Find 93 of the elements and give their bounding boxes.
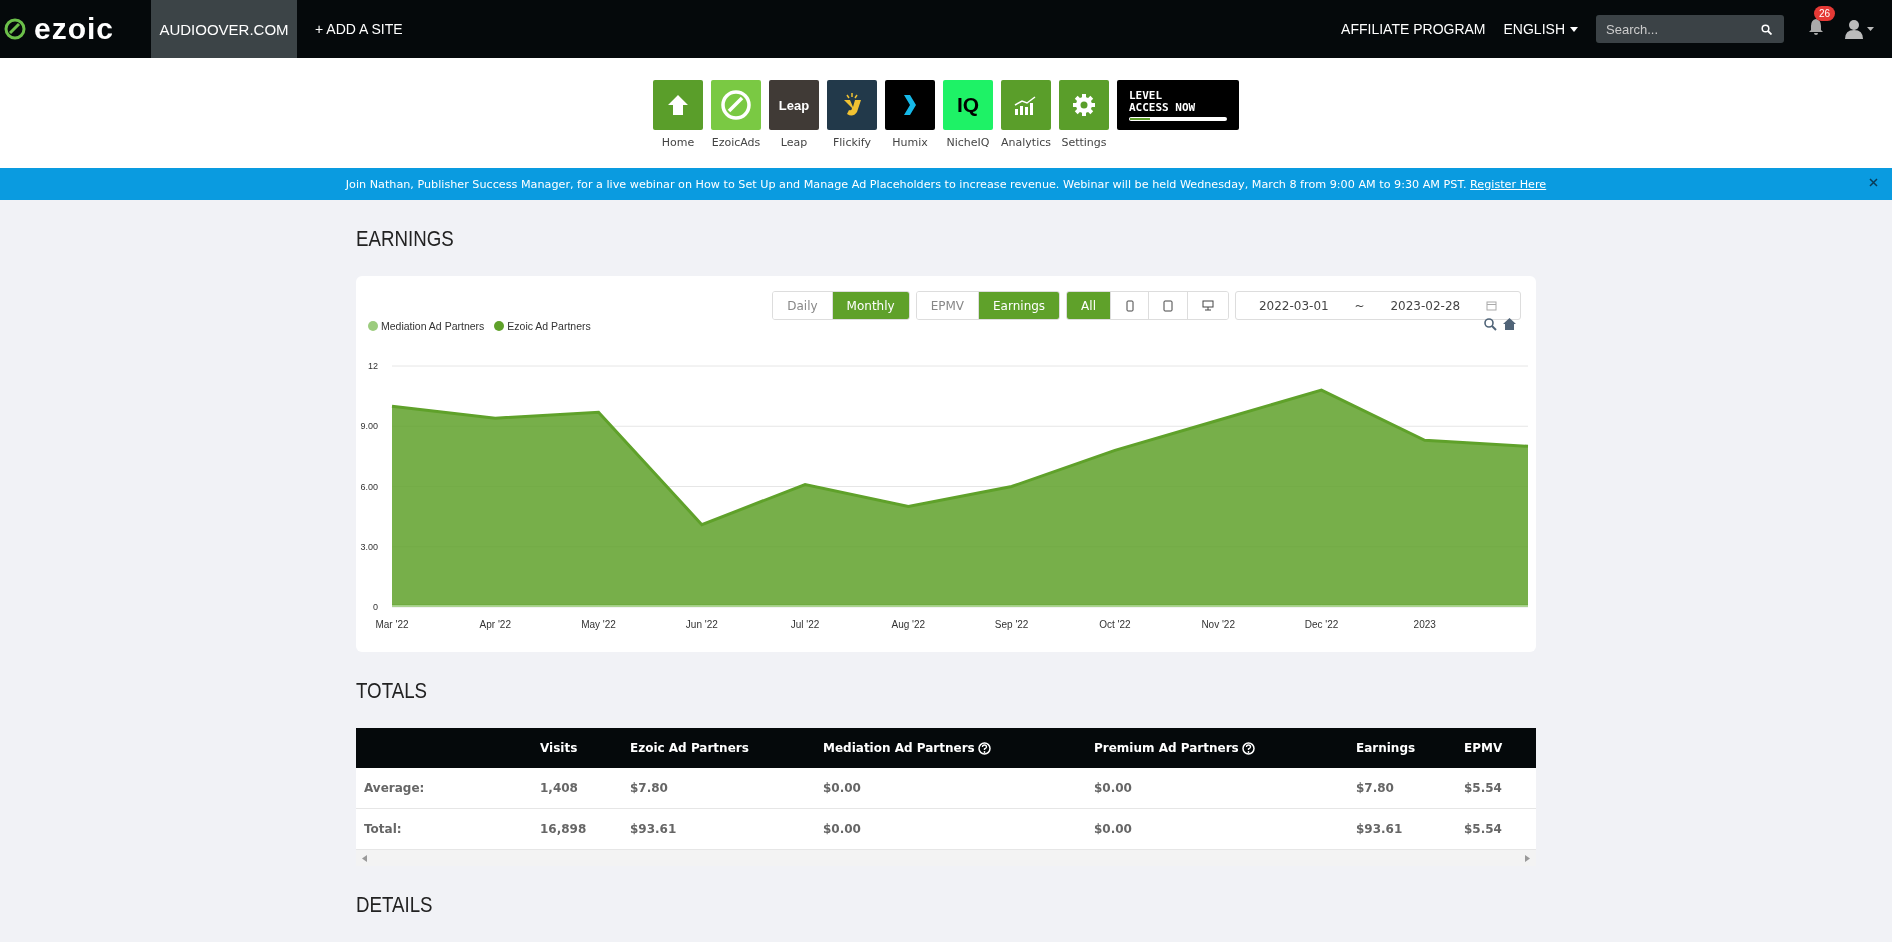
search-icon[interactable] bbox=[1761, 24, 1772, 35]
scroll-right-icon[interactable] bbox=[1525, 854, 1530, 862]
close-icon[interactable] bbox=[1869, 178, 1878, 187]
axis-label: 0 bbox=[373, 602, 378, 612]
column-header: Earnings bbox=[1356, 741, 1416, 755]
toggle-button[interactable]: Daily bbox=[773, 292, 833, 319]
site-tab[interactable]: AUDIOOVER.COM bbox=[151, 0, 297, 58]
app-label[interactable]: Leap bbox=[780, 136, 808, 149]
user-icon bbox=[1844, 19, 1864, 39]
app-label[interactable]: NicheIQ bbox=[946, 136, 990, 149]
add-site-link[interactable]: + ADD A SITE bbox=[315, 21, 403, 37]
table-cell: $0.00 bbox=[1094, 781, 1132, 795]
table-cell: $0.00 bbox=[823, 822, 861, 836]
column-header: EPMV bbox=[1464, 741, 1503, 755]
user-menu[interactable] bbox=[1844, 19, 1874, 39]
axis-label: 6.00 bbox=[360, 481, 378, 492]
caret-icon bbox=[1867, 27, 1874, 31]
app-label[interactable]: Flickify bbox=[832, 136, 872, 149]
phone-icon bbox=[1125, 299, 1134, 312]
monitor-icon bbox=[1202, 300, 1214, 311]
axis-label: 3.00 bbox=[360, 541, 378, 552]
leap-tile[interactable]: Leap bbox=[769, 80, 819, 130]
ezoicads-tile[interactable] bbox=[711, 80, 761, 130]
section-heading: EARNINGS bbox=[356, 225, 455, 253]
logo-icon[interactable] bbox=[4, 18, 26, 40]
home-tile[interactable] bbox=[653, 80, 703, 130]
axis-label: May '22 bbox=[581, 619, 616, 630]
affiliate-link[interactable]: AFFILIATE PROGRAM bbox=[1341, 21, 1486, 37]
axis-label: Sep '22 bbox=[994, 619, 1029, 630]
level-access-banner[interactable]: LEVEL ACCESS NOW bbox=[1117, 80, 1239, 130]
table-cell: 16,898 bbox=[540, 822, 587, 836]
axis-label: Jun '22 bbox=[685, 619, 718, 630]
zoom-icon[interactable] bbox=[1484, 318, 1497, 331]
ezoic-logo-icon bbox=[720, 89, 752, 121]
row-label: Average: bbox=[363, 781, 425, 795]
toggle-button[interactable]: EPMV bbox=[916, 292, 980, 319]
language-menu[interactable]: ENGLISH bbox=[1503, 21, 1578, 37]
scroll-left-icon[interactable] bbox=[362, 854, 367, 862]
table-cell: $5.54 bbox=[1464, 822, 1502, 836]
bell-icon[interactable] bbox=[1808, 18, 1824, 36]
bar-chart-icon bbox=[1014, 95, 1038, 115]
chevron-icon bbox=[903, 94, 917, 116]
app-label[interactable]: Settings bbox=[1061, 136, 1107, 149]
axis-label: Mar '22 bbox=[375, 619, 409, 630]
row-label: Total: bbox=[363, 822, 402, 836]
app-label[interactable]: EzoicAds bbox=[711, 136, 761, 149]
legend-item[interactable]: Mediation Ad Partners bbox=[368, 320, 485, 332]
caret-icon bbox=[1570, 26, 1578, 32]
tablet-icon bbox=[1163, 299, 1173, 312]
table-cell: $7.80 bbox=[1356, 781, 1394, 795]
notification-badge: 26 bbox=[1814, 6, 1836, 21]
nicheiq-logo: IQ bbox=[956, 93, 980, 117]
app-label[interactable]: Home bbox=[661, 136, 695, 149]
table-cell: $0.00 bbox=[823, 781, 861, 795]
table-cell: $93.61 bbox=[1356, 822, 1403, 836]
app-label[interactable]: Humix bbox=[892, 136, 928, 149]
leap-logo: Leap bbox=[778, 97, 810, 113]
nicheiq-tile[interactable]: IQ bbox=[943, 80, 993, 130]
table-cell: $0.00 bbox=[1094, 822, 1132, 836]
help-icon[interactable] bbox=[1241, 741, 1255, 755]
help-icon[interactable] bbox=[977, 741, 991, 755]
column-header: Premium Ad Partners bbox=[1094, 741, 1239, 755]
axis-label: Aug '22 bbox=[891, 619, 926, 630]
axis-label: 12 bbox=[368, 361, 378, 371]
table-cell: $5.54 bbox=[1464, 781, 1502, 795]
date-range-field[interactable]: 2022-03-01 ~ 2023-02-28 bbox=[1235, 291, 1521, 320]
analytics-tile[interactable] bbox=[1001, 80, 1051, 130]
axis-label: Nov '22 bbox=[1201, 619, 1235, 630]
column-header: Ezoic Ad Partners bbox=[630, 741, 749, 755]
house-icon bbox=[667, 94, 689, 116]
webinar-announcement: Join Nathan, Publisher Success Manager, for a live webinar on How to Set Up and Manage Ad Placeholders to increase revenue. Webinar will be held Wednesday, March 8 from 9:00 AM to 9:30 AM PST. Register Here bbox=[345, 177, 1547, 191]
axis-label: 2023 bbox=[1413, 619, 1436, 630]
section-heading: DETAILS bbox=[356, 891, 434, 919]
axis-label: Dec '22 bbox=[1304, 619, 1339, 630]
axis-label: Oct '22 bbox=[1099, 619, 1131, 630]
app-label[interactable]: Analytics bbox=[1001, 136, 1051, 149]
brand-logo[interactable]: ezoic bbox=[34, 12, 115, 46]
humix-tile[interactable] bbox=[885, 80, 935, 130]
column-header: Visits bbox=[540, 741, 578, 755]
home-icon[interactable] bbox=[1503, 318, 1516, 330]
calendar-icon bbox=[1486, 300, 1498, 311]
legend-item[interactable]: Ezoic Ad Partners bbox=[494, 320, 591, 332]
table-cell: 1,408 bbox=[540, 781, 578, 795]
settings-tile[interactable] bbox=[1059, 80, 1109, 130]
table-cell: $93.61 bbox=[630, 822, 677, 836]
axis-label: Apr '22 bbox=[479, 619, 511, 630]
table-cell: $7.80 bbox=[630, 781, 668, 795]
axis-label: 9.00 bbox=[360, 421, 378, 432]
flickify-tile[interactable] bbox=[827, 80, 877, 130]
search-field[interactable]: Search... bbox=[1596, 15, 1784, 43]
column-header: Mediation Ad Partners bbox=[823, 741, 975, 755]
axis-label: Jul '22 bbox=[790, 619, 820, 630]
section-heading: TOTALS bbox=[356, 677, 428, 705]
